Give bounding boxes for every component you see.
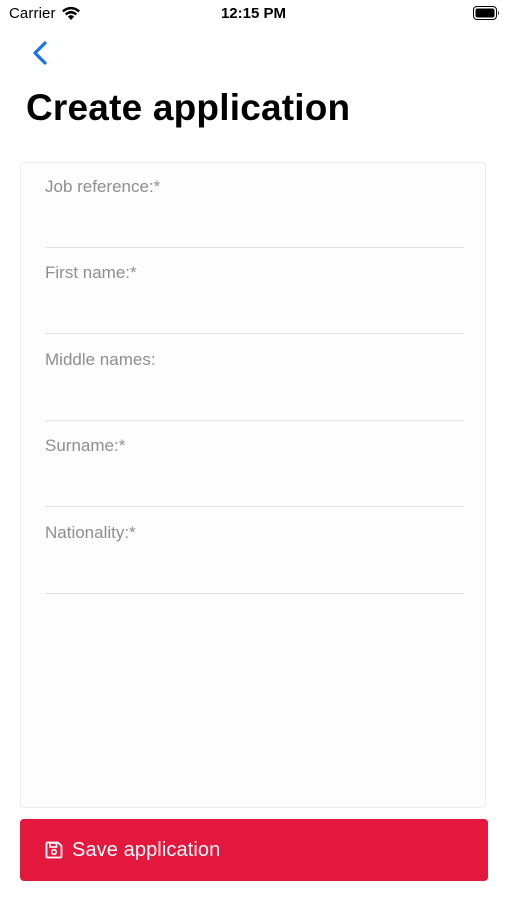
page-title: Create application xyxy=(26,87,351,128)
job-reference-field[interactable]: Job reference:* xyxy=(45,169,464,248)
nationality-label: Nationality:* xyxy=(45,523,136,542)
nationality-field[interactable]: Nationality:* xyxy=(45,515,464,594)
status-bar: Carrier 12:15 PM xyxy=(0,0,507,28)
middle-names-field[interactable]: Middle names: xyxy=(45,342,464,421)
first-name-field[interactable]: First name:* xyxy=(45,255,464,334)
first-name-input[interactable] xyxy=(45,293,464,327)
middle-names-input[interactable] xyxy=(45,380,464,414)
job-reference-label: Job reference:* xyxy=(45,177,161,196)
surname-input[interactable] xyxy=(45,466,464,500)
battery-icon xyxy=(473,6,499,20)
save-application-button[interactable]: Save application xyxy=(20,819,488,881)
surname-field[interactable]: Surname:* xyxy=(45,428,464,507)
surname-label: Surname:* xyxy=(45,436,126,455)
floppy-disk-icon xyxy=(45,841,63,859)
back-button[interactable] xyxy=(28,38,54,68)
nationality-input[interactable] xyxy=(45,553,464,587)
clock: 12:15 PM xyxy=(220,5,287,22)
chevron-left-icon xyxy=(33,41,47,65)
first-name-label: First name:* xyxy=(45,263,137,282)
save-application-label: Save application xyxy=(72,839,221,861)
job-reference-input[interactable] xyxy=(45,207,464,241)
application-form: Job reference:* First name:* Middle name… xyxy=(20,162,486,808)
middle-names-label: Middle names: xyxy=(45,350,156,369)
